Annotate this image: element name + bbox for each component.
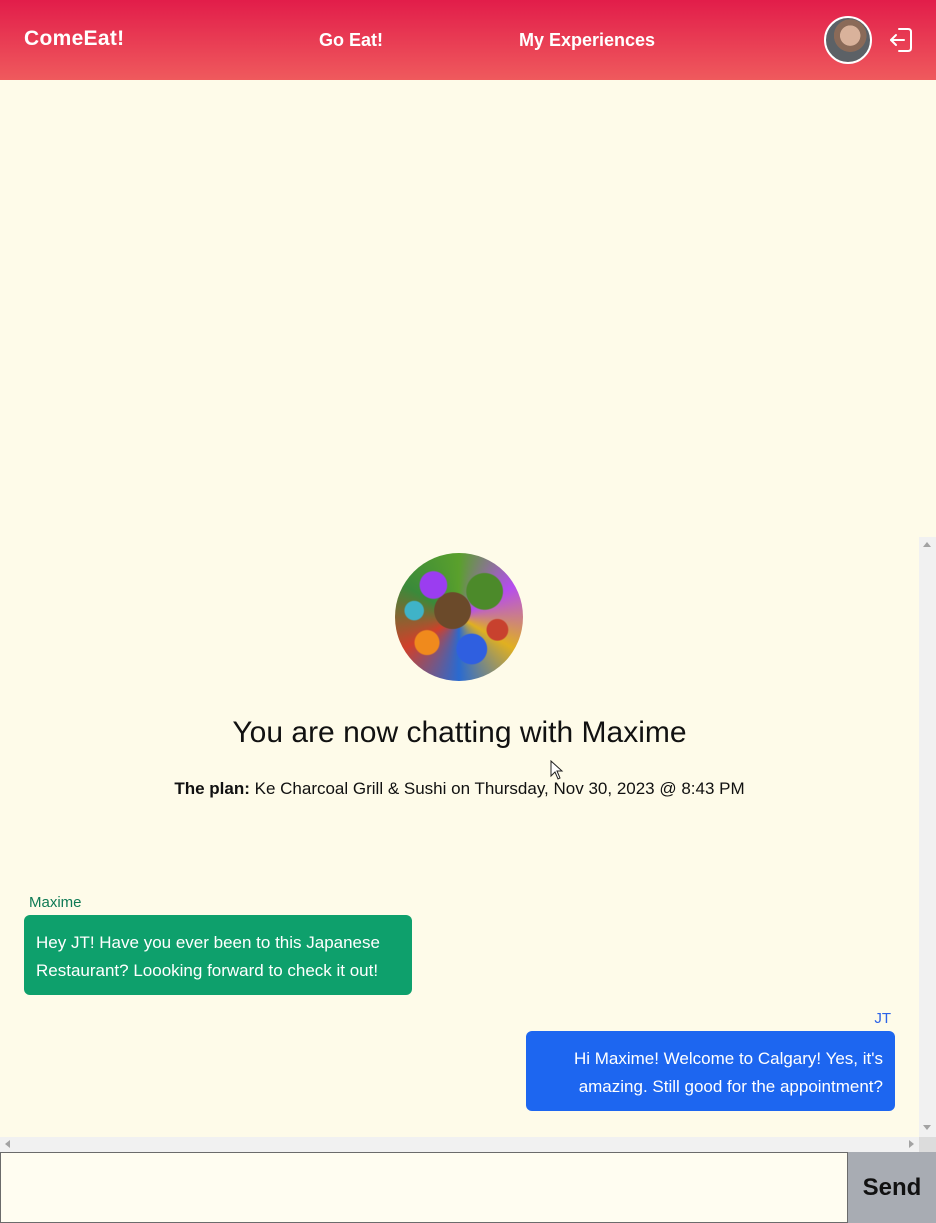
user-avatar[interactable] <box>824 16 872 64</box>
plan-line: The plan: Ke Charcoal Grill & Sushi on T… <box>0 779 919 799</box>
mouse-cursor-icon <box>550 760 564 780</box>
plan-text: Ke Charcoal Grill & Sushi on Thursday, N… <box>249 779 745 798</box>
scroll-left-arrow-icon[interactable] <box>5 1140 10 1148</box>
plan-label: The plan: <box>174 779 250 798</box>
chat-title: You are now chatting with Maxime <box>232 716 687 749</box>
horizontal-scrollbar[interactable] <box>0 1137 919 1152</box>
message-bubble-jt: Hi Maxime! Welcome to Calgary! Yes, it's… <box>526 1031 895 1111</box>
scroll-up-arrow-icon[interactable] <box>923 542 931 547</box>
message-sender-maxime: Maxime <box>29 894 82 911</box>
vertical-scrollbar[interactable] <box>919 537 936 1137</box>
scroll-right-arrow-icon[interactable] <box>909 1140 914 1148</box>
message-sender-jt: JT <box>874 1010 891 1027</box>
top-navbar: ComeEat! Go Eat! My Experiences <box>0 0 936 80</box>
nav-my-experiences[interactable]: My Experiences <box>519 30 655 51</box>
message-bubble-maxime: Hey JT! Have you ever been to this Japan… <box>24 915 412 995</box>
partner-avatar <box>395 553 523 681</box>
brand-logo[interactable]: ComeEat! <box>24 27 124 51</box>
nav-go-eat[interactable]: Go Eat! <box>319 30 383 51</box>
scroll-down-arrow-icon[interactable] <box>923 1125 931 1130</box>
send-button[interactable]: Send <box>848 1152 936 1223</box>
message-input[interactable] <box>0 1152 848 1223</box>
scrollbar-corner <box>919 1137 936 1152</box>
logout-icon[interactable] <box>887 26 915 54</box>
message-composer: Send <box>0 1152 936 1223</box>
